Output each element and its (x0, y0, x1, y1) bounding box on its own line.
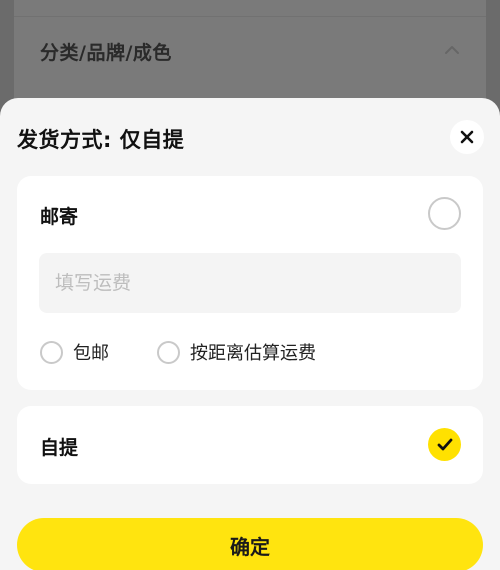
mail-option-label: 邮寄 (40, 206, 79, 228)
mail-option-card[interactable]: 邮寄 包邮 按距离估算运费 (17, 176, 483, 390)
checkmark-icon (437, 438, 452, 450)
shipping-fee-input[interactable] (39, 253, 461, 313)
distance-fee-option[interactable]: 按距离估算运费 (157, 339, 316, 365)
pickup-option-card[interactable]: 自提 (17, 406, 483, 484)
chevron-up-icon (445, 46, 459, 54)
confirm-button[interactable]: 确定 (17, 518, 483, 570)
mail-radio[interactable] (428, 197, 461, 230)
background-divider (14, 16, 486, 17)
pickup-option-label: 自提 (40, 437, 79, 459)
close-button[interactable] (450, 120, 484, 154)
distance-fee-radio[interactable] (157, 340, 180, 364)
shipping-method-sheet: 发货方式: 仅自提 邮寄 包邮 按距离估算运费 自提 确定 (0, 98, 500, 570)
pickup-radio[interactable] (428, 428, 461, 461)
free-shipping-label: 包邮 (73, 343, 109, 364)
sheet-title: 发货方式: 仅自提 (17, 128, 185, 152)
free-shipping-radio[interactable] (40, 340, 63, 364)
distance-fee-label: 按距离估算运费 (190, 343, 316, 364)
background-row-label: 分类/品牌/成色 (40, 42, 172, 64)
close-icon (460, 130, 474, 144)
free-shipping-option[interactable]: 包邮 (40, 339, 109, 365)
